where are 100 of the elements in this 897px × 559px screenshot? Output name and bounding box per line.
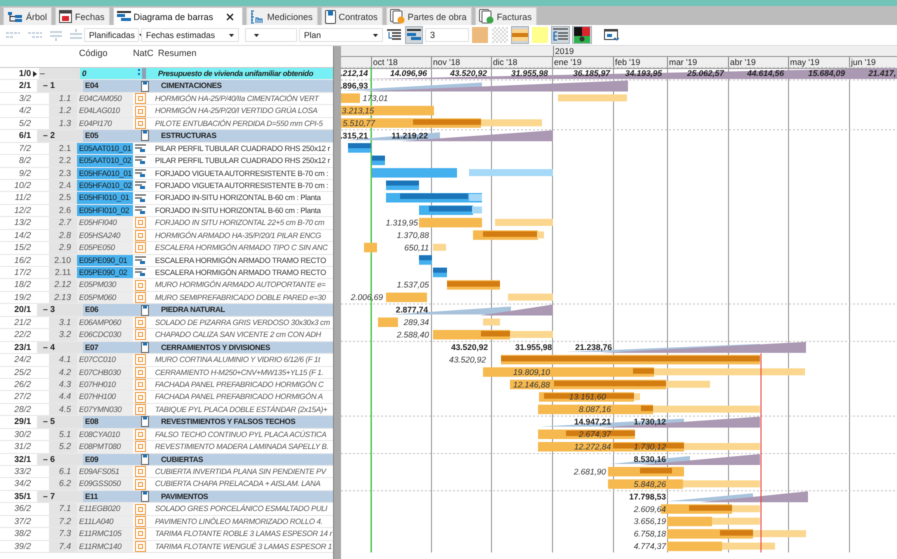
splitter[interactable] [333,46,341,559]
row-number: 37/2 [13,516,31,528]
tab[interactable]: Mediciones [246,7,318,25]
row-number: 26/2 [13,378,31,390]
lines-icon[interactable] [70,29,82,41]
tab[interactable]: Diagrama de barras [112,7,244,25]
row-number: 35/1 [13,490,31,502]
amount-label: 19.809,10 [513,366,550,377]
square-icon [135,217,146,228]
month-label: ene '19 [552,57,613,68]
planned-bar [732,505,760,512]
month-label: oct '18 [371,57,431,68]
amount-label: 21.417, [868,68,896,78]
row-number: 10/2 [13,180,31,192]
square-icon [135,230,146,241]
amount-label: 2.877,74 [396,304,428,315]
amount-label: 1.730,12 [634,442,666,452]
task-bar [447,281,500,287]
task-bar [348,143,371,153]
square-icon [135,516,146,527]
style-button[interactable] [491,26,509,44]
row-number: 34/2 [13,478,31,490]
row-number: 31/2 [13,441,31,453]
list-icon [387,29,401,41]
amount-label: 13.151,60 [569,392,606,402]
planned-bar [753,530,806,538]
amount-label: 31.955,98 [515,342,552,352]
amount-label: 4.774,37 [634,541,666,552]
bars-icon [512,27,528,43]
row-number: 28/2 [13,404,31,416]
dropdown[interactable] [245,28,297,42]
amount-label: 8.530,16 [634,454,666,464]
column-header[interactable]: Código [79,48,108,58]
document-icon [141,454,149,465]
row-number: 23/1 [13,342,31,354]
amount-label: 6.758,18 [634,528,666,539]
close-icon[interactable] [226,12,234,20]
row-number: 21/2 [13,316,31,328]
amount-label: 289,34 [404,317,429,327]
row-number: 1/0 [18,68,31,80]
lines-icon[interactable] [6,30,20,40]
amount-label: 5.848,26 [634,478,666,489]
year-label: 2019 [553,46,574,56]
row-number: 36/2 [13,503,31,515]
style-button[interactable] [471,26,489,44]
planned-bar [481,119,542,126]
row-number: 9/2 [18,168,31,179]
task-bar [364,242,377,252]
amount-label: 2.674,37 [578,429,611,440]
amount-label: 43.520,92 [449,354,486,364]
amount-label: .315,21 [341,130,368,140]
amount-label: 1.730,12 [634,416,666,427]
tree-icon [7,10,23,22]
toolbar-button[interactable] [551,26,570,44]
column-header[interactable]: NatC [133,48,154,58]
colors-icon [574,27,590,43]
planned-bar [472,206,482,214]
planned-bar [634,393,640,400]
square-icon [135,540,146,552]
toolbar-button[interactable] [572,26,592,44]
planned-bar [483,318,500,326]
row-number: 38/2 [13,528,31,540]
row-number: 17/2 [13,267,31,278]
square-icon [135,329,146,340]
lines-icon[interactable] [50,29,62,41]
documents-icon [390,9,405,24]
square-icon [135,292,146,304]
tab[interactable]: Fechas [55,7,110,25]
bars-icon [135,268,146,278]
amount-label: 5.510,77 [342,118,375,128]
outline-number[interactable]: – [40,68,45,80]
amount-label: 43.520,92 [451,342,488,352]
dropdown[interactable]: Fechas estimadas [141,28,239,42]
month-label: dic '18 [491,57,552,68]
tab[interactable]: Partes de obra [386,7,472,25]
toolbar-button[interactable] [405,26,423,44]
window-icon [604,28,619,42]
square-icon [135,441,146,452]
level-field[interactable]: 3 [425,28,469,42]
tab[interactable]: Facturas [474,7,537,25]
dropdown[interactable]: Plan [299,28,383,42]
grip-icon [138,68,146,80]
lines-icon[interactable] [28,30,42,40]
swatch-icon [532,27,548,43]
task-bar [667,542,722,552]
style-button[interactable] [511,26,529,44]
row-number: 5/2 [18,118,31,130]
bars-icon [135,168,146,178]
dropdown[interactable]: Planificadas [84,28,139,42]
month-label: may '19 [788,57,849,68]
row-number: 24/2 [13,354,31,366]
column-header[interactable]: Resumen [158,48,197,58]
amount-label: 31.955,98 [511,68,548,78]
row-number: 14/2 [13,230,31,242]
row-number: 2/1 [18,80,31,92]
tab[interactable]: Árbol [3,7,52,25]
amount-label: 3.213,15 [342,105,374,116]
caret-icon [254,34,259,36]
planned-bar [495,218,553,226]
tab[interactable]: Contratos [320,7,383,25]
